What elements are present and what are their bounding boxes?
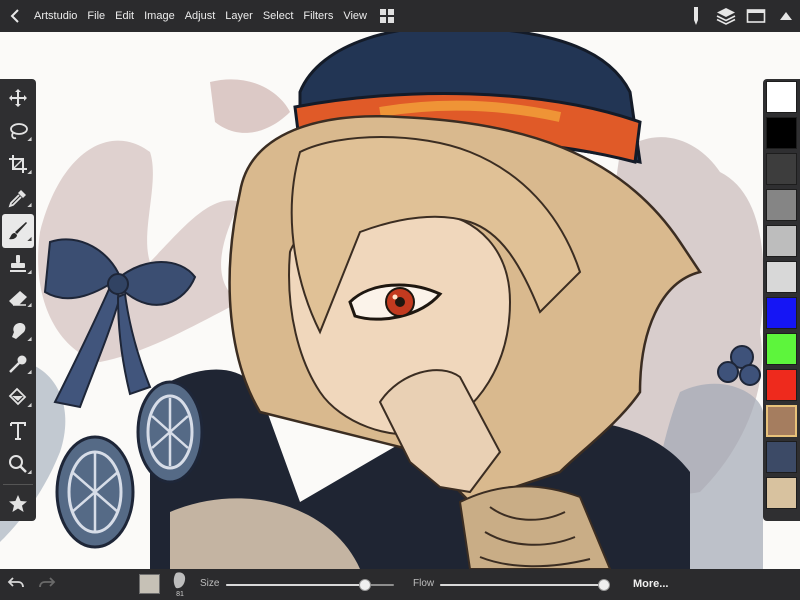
text-icon <box>10 421 26 440</box>
color-swatch[interactable] <box>766 369 797 401</box>
main-menu: Artstudio File Edit Image Adjust Layer S… <box>30 0 372 32</box>
pencil-button[interactable] <box>682 0 710 32</box>
menu-adjust[interactable]: Adjust <box>180 0 221 32</box>
submenu-indicator <box>27 136 34 143</box>
undo-button[interactable] <box>7 575 25 596</box>
crop-icon <box>9 155 27 174</box>
grid-icon <box>380 9 394 23</box>
collapse-button[interactable] <box>772 0 800 32</box>
submenu-indicator <box>27 203 34 210</box>
menu-file[interactable]: File <box>82 0 110 32</box>
eyedropper-icon <box>8 189 26 208</box>
tool-smudge[interactable] <box>2 314 34 347</box>
back-button[interactable] <box>0 0 30 32</box>
submenu-indicator <box>27 369 34 376</box>
window-icon <box>746 9 766 23</box>
artwork <box>0 32 764 569</box>
move-arrows-icon <box>9 88 27 107</box>
top-menu-bar: Artstudio File Edit Image Adjust Layer S… <box>0 0 800 32</box>
eraser-icon <box>9 290 27 306</box>
color-swatch[interactable] <box>766 81 797 113</box>
flow-label: Flow <box>413 578 435 589</box>
submenu-indicator <box>27 169 34 177</box>
menu-layer[interactable]: Layer <box>220 0 258 32</box>
tool-crop[interactable] <box>2 148 34 181</box>
stamp-icon <box>10 255 26 273</box>
color-swatch[interactable] <box>766 333 797 365</box>
color-swatch[interactable] <box>766 477 797 509</box>
brush-icon <box>9 221 27 240</box>
submenu-indicator <box>27 236 34 243</box>
tool-text[interactable] <box>2 414 34 447</box>
size-label: Size <box>200 578 220 589</box>
menu-image[interactable]: Image <box>139 0 180 32</box>
more-button[interactable]: More... <box>633 578 668 590</box>
flow-slider-knob[interactable] <box>598 579 610 591</box>
menu-edit[interactable]: Edit <box>110 0 139 32</box>
submenu-indicator <box>27 469 34 476</box>
current-color-swatch[interactable] <box>139 574 160 594</box>
size-slider-fill <box>226 584 365 586</box>
pencil-icon <box>694 7 698 25</box>
size-slider-knob[interactable] <box>359 579 371 591</box>
color-swatch[interactable] <box>766 261 797 293</box>
color-swatch[interactable] <box>766 405 797 437</box>
window-button[interactable] <box>742 0 770 32</box>
paint-bucket-icon <box>8 388 27 406</box>
color-swatch[interactable] <box>766 297 797 329</box>
submenu-indicator <box>27 269 34 277</box>
background-leaf-top <box>210 79 290 133</box>
smudge-icon <box>12 322 26 339</box>
tool-stamp[interactable] <box>2 248 34 281</box>
flow-slider-fill <box>440 584 604 586</box>
spool-right <box>136 380 204 484</box>
submenu-indicator <box>27 336 34 343</box>
brush-size-value: 81 <box>176 591 184 598</box>
layers-button[interactable] <box>712 0 740 32</box>
tool-lasso[interactable] <box>2 114 34 147</box>
bottom-bar: 81 Size Flow More... <box>0 569 800 600</box>
tool-palette <box>0 79 36 521</box>
redo-button[interactable] <box>38 575 56 596</box>
tool-zoom[interactable] <box>2 447 34 480</box>
star-icon <box>9 495 27 513</box>
spool-left <box>55 435 135 549</box>
menu-app-artstudio[interactable]: Artstudio <box>30 0 82 32</box>
color-swatch[interactable] <box>766 441 797 473</box>
tool-move[interactable] <box>2 81 34 114</box>
dodge-burn-icon <box>9 355 27 374</box>
top-right-controls <box>680 0 800 32</box>
color-swatch[interactable] <box>766 117 797 149</box>
color-palette <box>763 79 800 521</box>
flow-slider[interactable] <box>440 579 610 591</box>
menu-filters[interactable]: Filters <box>298 0 338 32</box>
menu-select[interactable]: Select <box>258 0 299 32</box>
size-slider[interactable] <box>226 579 394 591</box>
tool-brush[interactable] <box>2 214 34 248</box>
color-swatch[interactable] <box>766 153 797 185</box>
menu-view[interactable]: View <box>338 0 372 32</box>
layers-icon <box>716 8 736 25</box>
color-swatch[interactable] <box>766 225 797 257</box>
submenu-indicator <box>27 303 34 310</box>
undo-icon <box>7 577 24 588</box>
tool-eraser[interactable] <box>2 281 34 314</box>
drawing-canvas[interactable] <box>0 32 800 569</box>
chevron-left-icon <box>10 9 19 23</box>
tool-fill[interactable] <box>2 381 34 414</box>
lasso-icon <box>10 123 28 140</box>
brush-tip-icon <box>173 572 186 589</box>
tool-dodge-burn[interactable] <box>2 348 34 381</box>
zoom-icon <box>9 455 27 473</box>
tool-favorite[interactable] <box>2 488 34 521</box>
toolbar-divider <box>3 483 33 485</box>
tool-eyedropper[interactable] <box>2 181 34 214</box>
submenu-indicator <box>27 402 34 410</box>
redo-icon <box>39 577 56 588</box>
brush-preset-button[interactable] <box>172 571 188 591</box>
triangle-up-icon <box>780 12 792 20</box>
grid-button[interactable] <box>376 0 398 32</box>
color-swatch[interactable] <box>766 189 797 221</box>
